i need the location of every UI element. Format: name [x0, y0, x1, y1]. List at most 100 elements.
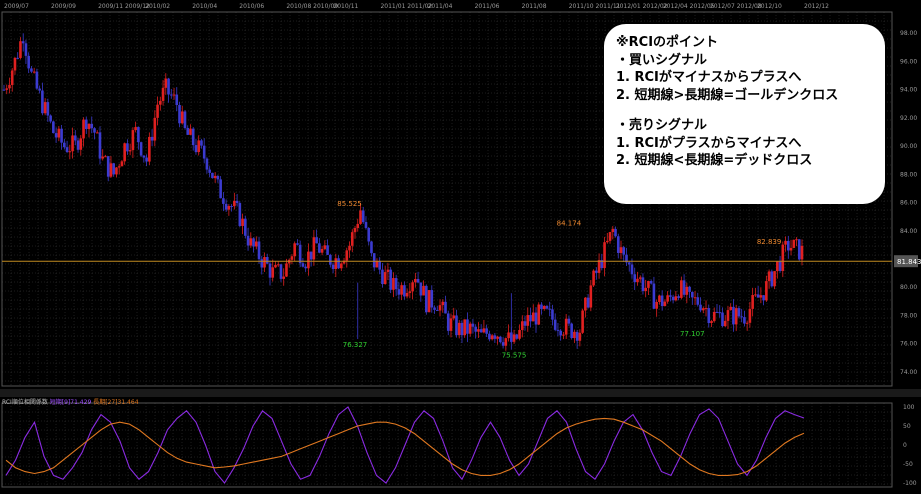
candle-body — [619, 247, 623, 253]
candle-body — [584, 297, 587, 311]
price-annotations: 85.525 76.327 75.575 84.174 77.107 82.839 — [337, 200, 781, 359]
candle-body — [60, 128, 63, 143]
candle-body — [323, 245, 327, 249]
candle-body — [318, 243, 321, 253]
sell-signal-item-1: 1. RCIがプラスからマイナスへ — [616, 135, 802, 151]
annotation-label: 82.839 — [757, 238, 782, 246]
candle-body — [688, 286, 691, 292]
candle-body — [304, 266, 307, 269]
candle-body — [293, 243, 296, 257]
candle-body — [219, 179, 222, 199]
rci-y-tick-label: -50 — [903, 461, 913, 468]
annotation-label: 77.107 — [680, 330, 705, 338]
candle-body — [197, 140, 201, 153]
candle-body — [13, 57, 17, 71]
x-tick-label: 2010/06 — [239, 3, 264, 10]
y-tick-label: 84.00 — [900, 228, 917, 235]
candle-body — [743, 317, 746, 324]
candle-body — [647, 280, 650, 288]
candle-body — [35, 71, 39, 89]
candle-body — [534, 312, 538, 325]
candle-body — [754, 294, 757, 296]
candle-body — [674, 296, 678, 301]
candle-body — [504, 338, 508, 346]
candle-body — [784, 240, 787, 245]
candle-body — [526, 315, 530, 326]
candle-body — [701, 308, 705, 311]
candle-body — [699, 304, 702, 311]
candle-body — [616, 236, 620, 253]
candle-body — [425, 285, 428, 313]
y-tick-label: 88.00 — [900, 171, 917, 178]
candle-body — [167, 78, 170, 95]
candle-body — [200, 140, 203, 146]
candle-body — [786, 240, 790, 251]
candle-body — [397, 289, 401, 295]
candle-body — [57, 128, 61, 138]
candle-body — [468, 323, 472, 334]
candle-body — [386, 269, 390, 273]
candle-body — [405, 292, 409, 297]
candle-body — [54, 133, 58, 138]
candle-body — [551, 309, 554, 320]
candle-body — [441, 301, 445, 306]
x-tick-label: 2012/12 — [804, 3, 829, 10]
x-axis-ticks: 2009/07 2009/09 2009/11 2009/122010/02 2010… — [4, 3, 829, 10]
candle-body — [660, 295, 664, 307]
candle-body — [460, 322, 464, 336]
candle-body — [364, 222, 368, 228]
candle-body — [531, 312, 535, 322]
candle-body — [776, 261, 779, 272]
candle-body — [194, 145, 198, 153]
candle-body — [112, 163, 115, 175]
candle-body — [581, 310, 584, 333]
candle-body — [211, 172, 214, 179]
x-tick-label: 2009/11 2009/12 — [98, 3, 150, 10]
candle-body — [729, 306, 733, 311]
candle-body — [46, 102, 50, 116]
candle-body — [172, 94, 176, 96]
candle-body — [792, 239, 796, 248]
candle-body — [98, 132, 102, 159]
candle-body — [252, 238, 255, 247]
candle-body — [537, 304, 541, 325]
candle-body — [348, 245, 351, 251]
candle-body — [707, 308, 711, 324]
candle-body — [800, 245, 804, 260]
candle-body — [408, 291, 412, 293]
candle-body — [778, 261, 782, 271]
candle-body — [740, 316, 743, 318]
buy-signal-item-1: 1. RCIがマイナスからプラスへ — [616, 70, 802, 85]
candle-body — [312, 237, 316, 260]
candle-body — [611, 228, 615, 233]
candle-body — [512, 334, 516, 342]
candle-body — [290, 256, 294, 260]
candle-body — [542, 305, 546, 309]
candle-body — [95, 132, 99, 134]
candle-body — [359, 210, 362, 224]
candle-body — [156, 104, 159, 118]
candle-body — [411, 282, 414, 292]
candle-body — [595, 270, 598, 273]
candle-body — [570, 323, 573, 339]
candle-body — [65, 147, 69, 153]
candle-body — [671, 296, 675, 301]
candle-body — [452, 315, 456, 319]
candle-body — [183, 111, 187, 128]
candle-body — [370, 241, 373, 254]
candle-body — [238, 203, 242, 226]
candle-body — [745, 322, 749, 324]
annotation-label: 76.327 — [343, 341, 368, 349]
candle-body — [589, 285, 593, 308]
x-tick-label: 2010/08 2010/09 — [286, 3, 338, 10]
candle-body — [153, 117, 157, 141]
candle-body — [394, 278, 398, 290]
candle-body — [271, 267, 275, 278]
candle-body — [120, 161, 124, 167]
candle-body — [630, 264, 634, 275]
x-tick-label: 2011/01 2011/02 — [380, 3, 432, 10]
x-tick-label: 2010/11 — [333, 3, 358, 10]
candle-body — [216, 175, 220, 180]
candle-body — [597, 260, 601, 273]
candle-body — [123, 143, 126, 162]
